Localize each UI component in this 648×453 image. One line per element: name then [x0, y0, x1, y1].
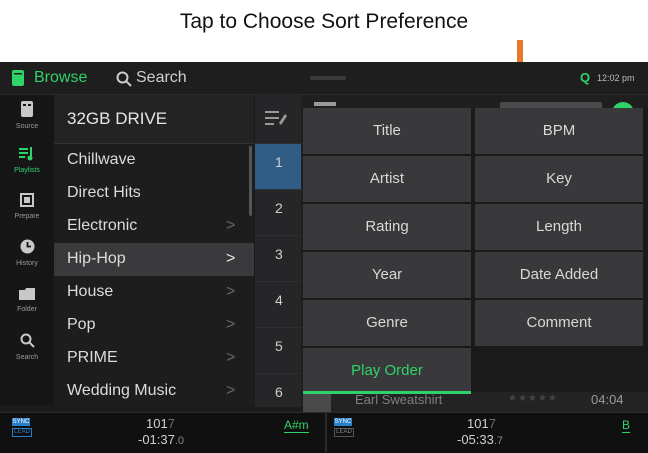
track-number[interactable]: 3 [255, 235, 301, 282]
list-item[interactable]: PRIME > [54, 342, 254, 375]
sidebar-item-folder[interactable]: Folder [0, 287, 54, 313]
list-item[interactable]: Electronic > [54, 210, 254, 243]
chevron-right-icon: > [226, 349, 236, 366]
sort-option-genre[interactable]: Genre [303, 300, 471, 346]
sort-option-bpm[interactable]: BPM [475, 108, 643, 154]
track-number[interactable]: 2 [255, 189, 301, 236]
browse-tab[interactable]: Browse [34, 69, 87, 87]
time-remaining-right: -05:33.7 [457, 432, 504, 447]
lead-badge-left: LEAD [12, 428, 32, 437]
sidebar-item-search[interactable]: Search [0, 333, 54, 361]
prepare-icon [20, 193, 34, 207]
sync-button-right[interactable]: SYNC [334, 418, 352, 426]
chevron-right-icon: > [226, 283, 236, 300]
sort-option-key[interactable]: Key [475, 156, 643, 202]
chevron-right-icon: > [226, 217, 236, 234]
sort-option-comment[interactable]: Comment [475, 300, 643, 346]
playlist-icon [19, 147, 33, 161]
sort-option-year[interactable]: Year [303, 252, 471, 298]
chevron-right-icon: > [226, 316, 236, 333]
track-duration: 04:04 [591, 392, 624, 407]
search-icon[interactable] [116, 71, 132, 87]
track-number[interactable]: 5 [255, 327, 301, 374]
column-menu-icon[interactable] [314, 102, 336, 106]
sidebar-item-playlists[interactable]: Playlists [0, 147, 54, 174]
drive-icon [12, 70, 24, 86]
deck-separator [325, 412, 327, 452]
chevron-right-icon: > [226, 250, 236, 267]
clock: 12:02 pm [597, 73, 635, 83]
sidebar: Source Playlists Prepare History Folder … [0, 95, 54, 405]
device-screen: Browse Search Q 12:02 pm Source Playlist… [0, 62, 648, 452]
lead-badge-right: LEAD [334, 428, 354, 437]
sort-option-title[interactable]: Title [303, 108, 471, 154]
folder-icon [19, 288, 35, 300]
top-bar: Browse Search Q 12:02 pm [0, 62, 648, 95]
sort-option-play-order[interactable]: Play Order [303, 348, 471, 394]
sync-button-left[interactable]: SYNC [12, 418, 30, 426]
track-number-column: 1 2 3 4 5 6 [255, 95, 301, 407]
list-item[interactable]: Pop > [54, 309, 254, 342]
track-number[interactable]: 4 [255, 281, 301, 328]
active-underline [303, 391, 471, 394]
handle-bar[interactable] [310, 76, 346, 80]
sort-preference-callout: Tap to Choose Sort Preference [179, 10, 469, 33]
chevron-right-icon: > [226, 382, 236, 399]
bpm-left: 1017 [146, 416, 175, 431]
search-icon [20, 333, 35, 348]
sort-option-date-added[interactable]: Date Added [475, 252, 643, 298]
list-item-selected[interactable]: Hip-Hop > [54, 243, 254, 276]
bpm-right: 1017 [467, 416, 496, 431]
rating-stars: ★★★★★ [508, 393, 558, 404]
source-header[interactable]: 32GB DRIVE [54, 95, 254, 144]
deck-bar [0, 412, 648, 453]
time-remaining-left: -01:37.0 [138, 432, 185, 447]
sort-option-artist[interactable]: Artist [303, 156, 471, 202]
sidebar-item-source[interactable]: Source [0, 101, 54, 130]
search-tab[interactable]: Search [136, 69, 187, 87]
key-right: B [622, 418, 631, 433]
history-icon [20, 239, 34, 254]
sidebar-item-prepare[interactable]: Prepare [0, 193, 54, 220]
sort-list-icon [265, 111, 287, 125]
sort-button[interactable] [255, 95, 301, 143]
list-item[interactable]: Wedding Music > [54, 375, 254, 408]
sort-menu: Title BPM Artist Key Rating Length Year … [303, 108, 648, 394]
source-title: 32GB DRIVE [67, 109, 168, 128]
sort-option-length[interactable]: Length [475, 204, 643, 250]
key-left: A#m [284, 418, 309, 433]
list-item[interactable]: Chillwave [54, 144, 254, 177]
scrollbar[interactable] [249, 146, 252, 216]
sidebar-item-history[interactable]: History [0, 239, 54, 267]
list-item[interactable]: House > [54, 276, 254, 309]
drive-icon [21, 101, 33, 117]
queue-button[interactable]: Q [580, 70, 590, 85]
track-number[interactable]: 1 [255, 143, 301, 190]
track-artist: Earl Sweatshirt [355, 392, 443, 407]
list-item[interactable]: Direct Hits [54, 177, 254, 210]
sort-option-rating[interactable]: Rating [303, 204, 471, 250]
playlist-list: Chillwave Direct Hits Electronic > Hip-Ho… [54, 144, 254, 406]
